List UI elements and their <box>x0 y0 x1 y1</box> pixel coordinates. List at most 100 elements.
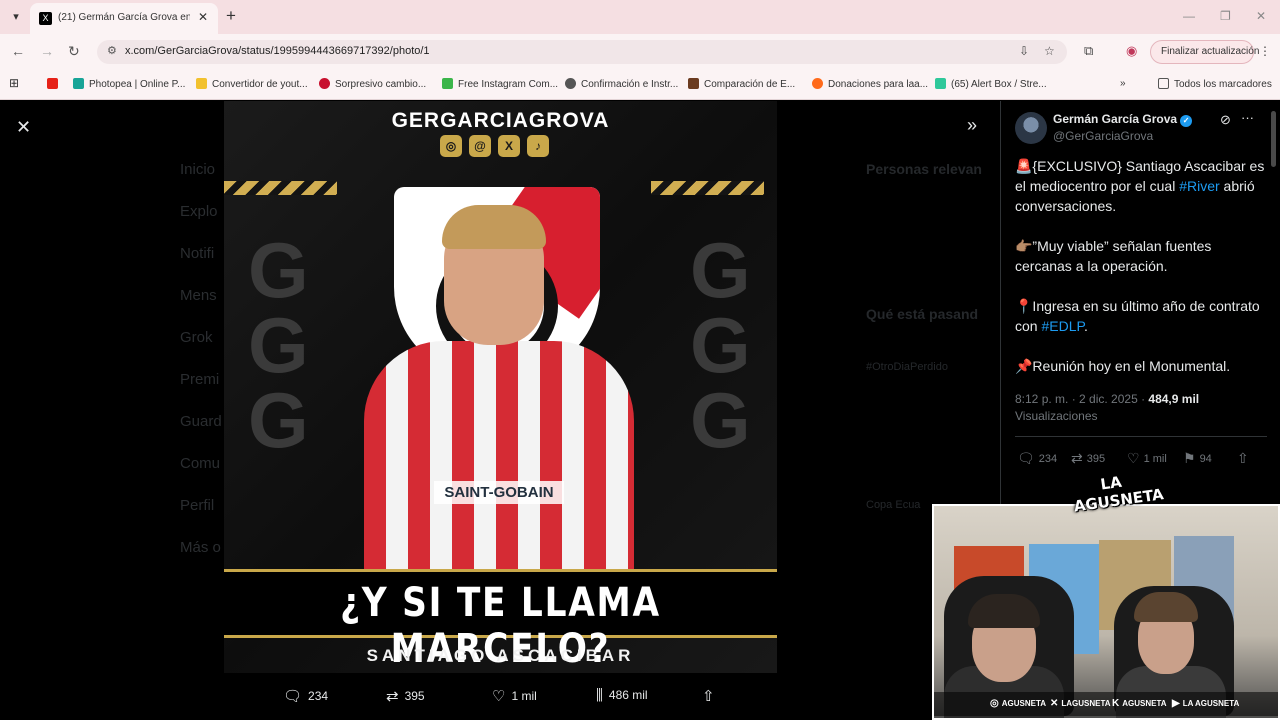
stream-footer: ◎ AGUSNETA ✕ LAGUSNETA K AGUSNETA ▶ LA AGUSN… <box>934 692 1278 716</box>
tab-title: (21) Germán García Grova en X <box>58 12 190 23</box>
new-tab-button[interactable]: + <box>226 7 236 25</box>
bookmark-photopea[interactable]: Photopea | Online P... <box>73 78 185 90</box>
bookmark-icon: ⚑ <box>1183 450 1196 466</box>
site-info-icon[interactable]: ⚙ <box>107 44 117 57</box>
bookmark-count: 94 <box>1199 453 1212 465</box>
photo-repost-button[interactable]: ⇄ 395 <box>386 687 425 705</box>
tweet-photo[interactable]: GERGARCIAGROVA ◎ @ X ♪ G G G G G G SAINT-GO… <box>224 101 777 673</box>
back-icon[interactable]: ← <box>11 43 25 59</box>
restore-icon[interactable]: ❐ <box>1220 9 1231 23</box>
minimize-icon[interactable]: — <box>1183 9 1195 23</box>
tweet-timestamp[interactable]: 8:12 p. m. · 2 dic. 2025 · <box>1015 392 1148 406</box>
photopea-icon <box>73 78 84 89</box>
comparison-icon <box>688 78 699 89</box>
youtube-icon: ▶ <box>1172 698 1180 709</box>
reload-icon[interactable]: ↻ <box>68 43 80 59</box>
more-options-icon[interactable]: ··· <box>1241 110 1254 125</box>
hashtag-link[interactable]: #River <box>1179 178 1219 194</box>
gold-stripe-left <box>224 181 337 195</box>
grok-icon[interactable]: ⊘ <box>1220 112 1231 128</box>
profile-icon[interactable]: ◉ <box>1126 43 1137 59</box>
shirt-sponsor: SAINT-GOBAIN <box>434 481 564 504</box>
photo-like-button[interactable]: ♡ 1 mil <box>492 687 537 705</box>
active-tab[interactable]: X (21) Germán García Grova en X ✕ <box>30 3 218 34</box>
apps-grid-icon[interactable]: ⊞ <box>9 76 19 90</box>
tiktok-icon: ♪ <box>527 135 549 157</box>
address-bar[interactable]: ⚙ x.com/GerGarciaGrova/status/1995994443… <box>97 40 1067 64</box>
headline-banner: ¿Y SI TE LLAMA MARCELO? <box>224 569 777 672</box>
bookmark-label: Free Instagram Com... <box>458 79 559 90</box>
bookmark-confirmacion[interactable]: Confirmación e Instr... <box>565 78 678 90</box>
screen: ▾ X (21) Germán García Grova en X ✕ + — … <box>0 0 1280 720</box>
streamer-hair <box>968 594 1040 628</box>
tweet-text-segment: . <box>1084 318 1088 334</box>
photo-views-button[interactable]: ⫼ 486 mil <box>596 687 648 704</box>
close-photo-icon[interactable]: ✕ <box>16 117 31 138</box>
reply-icon: 🗨 <box>1017 450 1035 466</box>
window-close-icon[interactable]: ✕ <box>1256 9 1266 23</box>
bookmark-instagram[interactable]: Free Instagram Com... <box>442 78 558 90</box>
footer-handle: AGUSNETA <box>1122 699 1167 708</box>
footer-kick: K AGUSNETA <box>1112 698 1167 709</box>
author-handle[interactable]: @GerGarciaGrova <box>1053 129 1153 143</box>
threads-icon: @ <box>469 135 491 157</box>
bookmark-comparacion[interactable]: Comparación de E... <box>688 78 795 90</box>
bg-nav-item: Más o <box>180 539 221 556</box>
bg-right-text: Copa Ecua <box>866 499 921 511</box>
share-icon: ⇧ <box>702 688 715 705</box>
install-app-icon[interactable]: ⇩ <box>1019 44 1029 58</box>
more-bookmarks-icon[interactable]: » <box>1120 78 1126 89</box>
all-bookmarks-folder[interactable]: Todos los marcadores <box>1158 78 1272 90</box>
bookmark-sorpresivo[interactable]: Sorpresivo cambio... <box>319 78 426 90</box>
tab-search-button[interactable]: ▾ <box>6 7 26 27</box>
gg-letter: G <box>248 226 309 314</box>
bg-nav-item: Perfil <box>180 497 215 514</box>
photo-share-button[interactable]: ⇧ <box>702 687 721 705</box>
estudiantes-shirt <box>364 341 634 573</box>
bookmark-button[interactable]: ⚑ 94 <box>1183 450 1212 467</box>
bg-right-text: #OtroDiaPerdido <box>866 361 948 373</box>
bookmark-label: Convertidor de yout... <box>212 79 308 90</box>
heart-icon: ♡ <box>492 688 506 705</box>
folder-icon <box>1158 78 1169 89</box>
bookmark-label: Confirmación e Instr... <box>581 79 679 90</box>
bookmark-star-icon[interactable]: ☆ <box>1044 44 1055 58</box>
extensions-icon[interactable]: ⧉ <box>1084 43 1093 59</box>
bookmark-alertbox[interactable]: (65) Alert Box / Stre... <box>935 78 1047 90</box>
avatar[interactable] <box>1015 112 1047 144</box>
player-hair <box>442 205 546 249</box>
browser-menu-icon[interactable]: ⋮ <box>1259 44 1271 58</box>
reply-button[interactable]: 🗨 234 <box>1017 450 1057 467</box>
gg-letter: G <box>690 226 751 314</box>
instagram-icon: ◎ <box>440 135 462 157</box>
author-name-row[interactable]: Germán García Grova ✓ <box>1053 112 1193 127</box>
streamer-webcam: ◎ AGUSNETA ✕ LAGUSNETA K AGUSNETA ▶ LA AGUSN… <box>932 504 1280 720</box>
tab-strip: ▾ X (21) Germán García Grova en X ✕ + — … <box>0 0 1280 34</box>
la-agusneta-logo: LA AGUSNETA <box>1072 472 1165 516</box>
hashtag-link[interactable]: #EDLP <box>1041 318 1084 334</box>
bg-nav-item: Explo <box>180 203 218 220</box>
scrollbar[interactable] <box>1271 111 1276 167</box>
finish-update-button[interactable]: Finalizar actualización <box>1150 40 1259 64</box>
instagram-icon: ◎ <box>990 698 999 709</box>
like-button[interactable]: ♡ 1 mil <box>1127 450 1167 467</box>
like-count: 1 mil <box>1143 453 1167 465</box>
youtube-bookmark-icon[interactable] <box>47 78 58 90</box>
player-image: SAINT-GOBAIN <box>364 205 634 573</box>
photo-reply-button[interactable]: 🗨 234 <box>283 687 328 705</box>
bg-nav-item: Mens <box>180 287 217 304</box>
gg-letter: G <box>690 301 751 389</box>
repost-button[interactable]: ⇄ 395 <box>1071 450 1105 467</box>
bookmark-converter[interactable]: Convertidor de yout... <box>196 78 308 90</box>
tweet-paragraph: 👉🏽”Muy viable” señalan fuentes cercanas … <box>1015 238 1212 274</box>
bookmark-donaciones[interactable]: Donaciones para laa... <box>812 78 928 90</box>
bg-right-text: Qué está pasand <box>866 306 979 322</box>
x-favicon-icon: X <box>39 12 52 25</box>
share-icon: ⇧ <box>1237 450 1249 466</box>
collapse-panel-icon[interactable]: » <box>967 115 977 136</box>
tab-close-icon[interactable]: ✕ <box>198 10 208 24</box>
forward-icon[interactable]: → <box>40 43 54 59</box>
footer-handle: AGUSNETA <box>1001 699 1047 708</box>
like-count: 1 mil <box>511 689 537 703</box>
share-button[interactable]: ⇧ <box>1237 450 1253 467</box>
